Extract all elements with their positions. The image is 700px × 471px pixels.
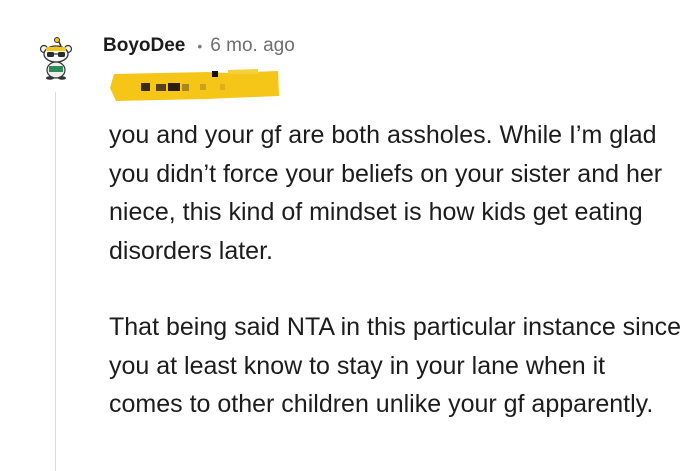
comment-body: you and your gf are both assholes. While…	[109, 116, 684, 424]
snoo-avatar-icon	[39, 37, 73, 80]
meta-separator: •	[197, 38, 203, 54]
thread-line[interactable]	[55, 92, 56, 471]
username-link[interactable]: BoyoDee	[103, 35, 185, 57]
redacted-flair-highlight	[110, 69, 279, 101]
user-flair	[108, 68, 280, 102]
timestamp[interactable]: 6 mo. ago	[210, 35, 295, 57]
comment: BoyoDee • 6 mo. ago you and your gf are …	[0, 0, 700, 471]
comment-paragraph-1: you and your gf are both assholes. While…	[109, 121, 663, 265]
comment-meta: BoyoDee • 6 mo. ago	[103, 33, 295, 59]
comment-paragraph-2: That being said NTA in this particular i…	[109, 313, 682, 418]
user-avatar[interactable]	[36, 36, 76, 80]
